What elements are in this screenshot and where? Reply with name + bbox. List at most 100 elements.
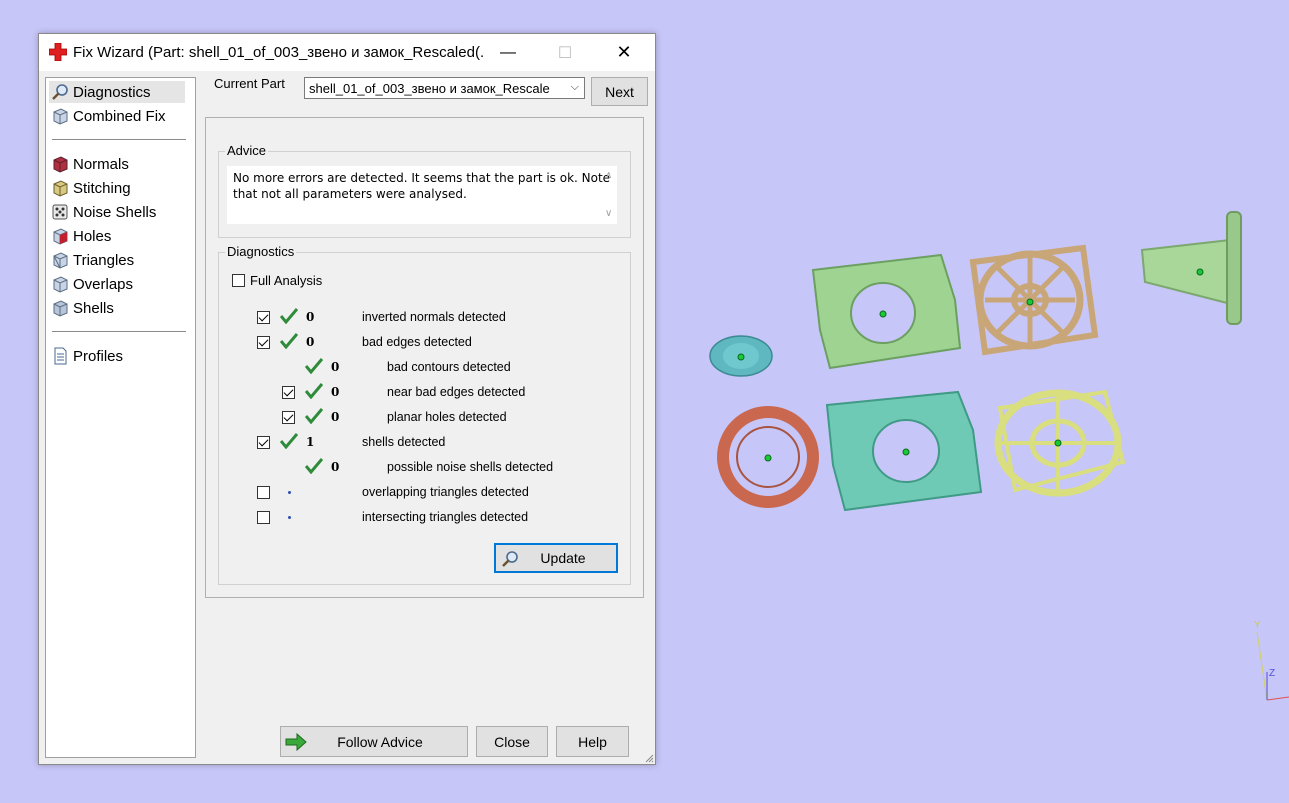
near-bad-edges-count: 0 [331,385,340,399]
inverted-normals-checkbox[interactable] [257,311,270,324]
3d-viewport[interactable]: Y Z [655,0,1289,803]
part-teal-plate[interactable] [825,390,983,512]
stitching-cube-icon [53,180,68,197]
sidebar-divider [52,331,186,332]
fix-wizard-window: Fix Wizard (Part: shell_01_of_003_звено … [38,33,656,765]
bad-edges-label: bad edges detected [362,335,472,349]
pending-dot-icon [288,491,291,494]
part-tan-wheel[interactable] [969,244,1099,356]
sidebar-item-triangles[interactable]: Triangles [49,249,185,271]
resize-grip-icon[interactable] [644,753,654,763]
diagnostics-legend: Diagnostics [225,244,297,259]
noise-dice-icon [52,204,68,220]
bad-contours-count: 0 [331,360,340,374]
intersecting-triangles-checkbox[interactable] [257,511,270,524]
intersecting-triangles-label: intersecting triangles detected [362,510,529,524]
follow-advice-button[interactable]: Follow Advice [280,726,468,757]
next-button[interactable]: Next [591,77,648,106]
close-window-button[interactable]: ✕ [601,34,647,71]
sidebar-item-diagnostics[interactable]: Diagnostics [49,81,185,103]
chevron-down-icon: ⌵ [570,81,579,93]
overlapping-triangles-label: overlapping triangles detected [362,485,529,499]
sidebar-item-label: Holes [73,227,112,245]
holes-cube-icon [53,228,68,245]
scene-parts [709,211,1289,701]
sidebar-item-label: Diagnostics [73,83,151,101]
full-analysis-checkbox[interactable] [232,274,245,287]
overlaps-cube-icon [53,276,68,293]
axis-label-z: Z [1269,668,1276,679]
sidebar-item-noise-shells[interactable]: Noise Shells [49,201,185,223]
sidebar-item-stitching[interactable]: Stitching [49,177,185,199]
check-icon [305,458,323,474]
pending-dot-icon [288,516,291,519]
arrow-right-icon [285,733,307,751]
shells-count: 1 [306,435,315,449]
sidebar-item-label: Profiles [73,347,124,365]
noise-shells-count: 0 [331,460,340,474]
sidebar-item-label: Normals [73,155,129,173]
scroll-down-icon[interactable]: ∨ [605,206,612,222]
shells-cube-icon [53,300,68,317]
normals-cube-icon [53,156,68,173]
check-icon [280,333,298,349]
planar-holes-checkbox[interactable] [282,411,295,424]
part-medallion[interactable] [709,335,773,377]
sidebar-item-profiles[interactable]: Profiles [49,345,185,367]
shells-checkbox[interactable] [257,436,270,449]
diagnostics-panel: Advice No more errors are detected. It s… [205,117,644,598]
magnifier-icon [502,551,518,567]
check-icon [305,358,323,374]
overlapping-triangles-checkbox[interactable] [257,486,270,499]
sidebar-item-overlaps[interactable]: Overlaps [49,273,185,295]
axis-label-y: Y [1254,620,1261,631]
help-button[interactable]: Help [556,726,629,757]
triangles-cube-icon [53,252,68,269]
scroll-up-icon[interactable]: ∧ [605,168,612,184]
inverted-normals-label: inverted normals detected [362,310,506,324]
current-part-select[interactable]: shell_01_of_003_звено и замок_Rescale ⌵ [304,77,585,99]
magnifier-icon [52,84,68,100]
near-bad-edges-label: near bad edges detected [387,385,526,399]
check-icon [305,408,323,424]
sidebar-item-label: Shells [73,299,114,317]
sidebar-item-combined-fix[interactable]: Combined Fix [49,105,185,127]
sidebar-item-shells[interactable]: Shells [49,297,185,319]
part-green-plate[interactable] [811,253,962,370]
close-button[interactable]: Close [476,726,548,757]
check-icon [280,433,298,449]
sidebar-item-label: Overlaps [73,275,134,293]
planar-holes-label: planar holes detected [387,410,507,424]
maximize-button[interactable]: ☐ [542,34,588,71]
minimize-button[interactable]: — [485,34,531,71]
advice-legend: Advice [225,143,269,158]
document-icon [54,347,67,365]
sidebar-divider [52,139,186,140]
sidebar-item-label: Triangles [73,251,135,269]
window-title: Fix Wizard (Part: shell_01_of_003_звено … [73,44,483,61]
sidebar-item-holes[interactable]: Holes [49,225,185,247]
cube-icon [53,108,68,125]
noise-shells-label: possible noise shells detected [387,460,554,474]
bad-edges-checkbox[interactable] [257,336,270,349]
part-hinge-plate[interactable] [1140,211,1242,325]
check-icon [280,308,298,324]
inverted-normals-count: 0 [306,310,315,324]
sidebar-item-label: Combined Fix [73,107,166,125]
sidebar-item-label: Stitching [73,179,131,197]
full-analysis-label: Full Analysis [250,273,323,288]
sidebar-item-normals[interactable]: Normals [49,153,185,175]
advice-scrollbar[interactable]: ∧ ∨ [601,166,617,224]
axis-triad [1256,631,1289,701]
bad-contours-label: bad contours detected [387,360,511,374]
near-bad-edges-checkbox[interactable] [282,386,295,399]
part-yellow-wheel[interactable] [994,389,1126,497]
update-button[interactable]: Update [494,543,618,573]
advice-line: that not all parameters were analysed. [233,187,467,201]
follow-advice-label: Follow Advice [337,733,423,750]
bad-edges-count: 0 [306,335,315,349]
current-part-label: Current Part [214,76,285,91]
sidebar: Diagnostics Combined Fix Normals Stitchi… [45,77,196,758]
title-bar[interactable]: Fix Wizard (Part: shell_01_of_003_звено … [39,34,655,71]
part-red-ring[interactable] [717,406,819,508]
